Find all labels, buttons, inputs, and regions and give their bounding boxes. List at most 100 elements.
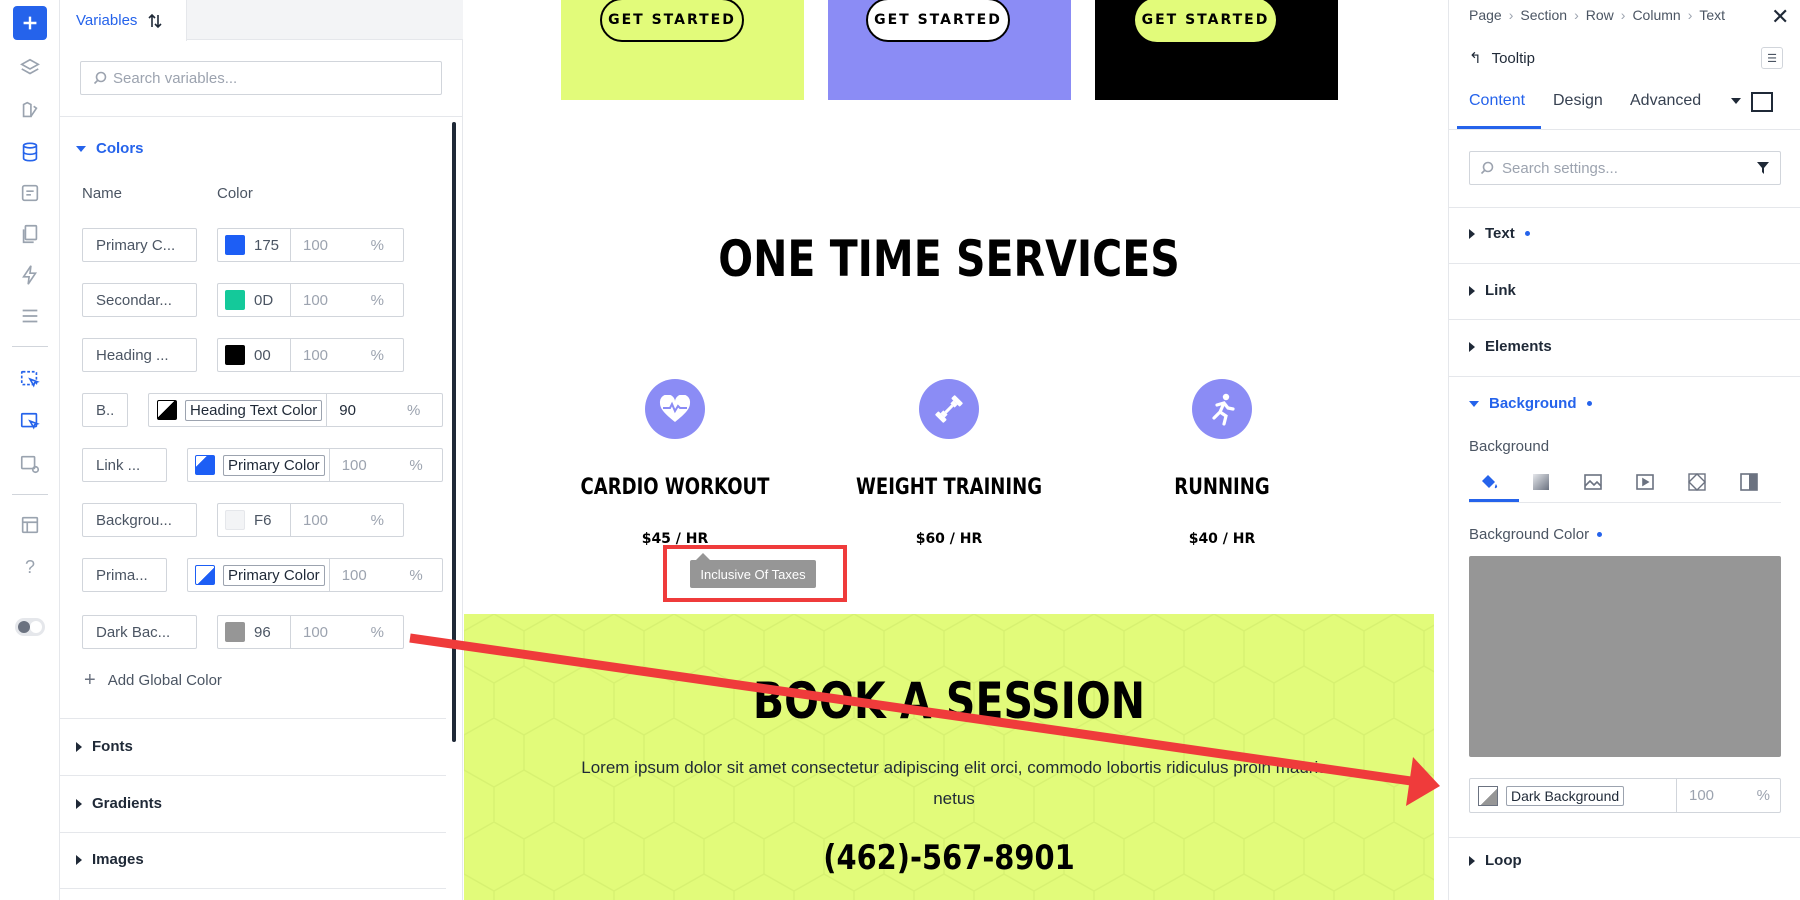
sort-icon[interactable]: [147, 13, 163, 29]
add-global-color-button[interactable]: + Add Global Color: [84, 670, 222, 690]
color-swatch[interactable]: [225, 510, 245, 530]
fonts-section-header[interactable]: Fonts: [76, 738, 133, 755]
opacity-field[interactable]: 100%: [328, 559, 433, 591]
opacity-field[interactable]: 100%: [290, 339, 394, 371]
cursor-select-icon[interactable]: [15, 365, 45, 395]
get-started-button[interactable]: GET STARTED: [600, 0, 744, 42]
color-name-field[interactable]: Prima...: [82, 558, 167, 592]
color-swatch[interactable]: [225, 622, 245, 642]
color-swatch[interactable]: [195, 565, 215, 585]
color-hex: 96: [254, 623, 271, 641]
database-icon[interactable]: [15, 137, 45, 167]
panel-scrollbar[interactable]: [452, 122, 456, 742]
search-variables-input[interactable]: Search variables...: [80, 61, 442, 95]
opacity-field[interactable]: 90%: [326, 394, 430, 426]
variable-reference-chip[interactable]: Dark Background: [1506, 785, 1625, 806]
variable-reference-chip[interactable]: Primary Color: [223, 564, 325, 586]
color-value-field[interactable]: F6 100%: [217, 503, 404, 537]
opacity-value: 100: [341, 456, 367, 474]
tab-design[interactable]: Design: [1553, 92, 1603, 110]
breadcrumb-item[interactable]: Column: [1632, 7, 1680, 23]
color-swatch[interactable]: [225, 345, 245, 365]
color-swatch[interactable]: [225, 235, 245, 255]
mask-icon[interactable]: [1729, 462, 1769, 502]
help-icon[interactable]: ?: [15, 552, 45, 582]
back-arrow-icon[interactable]: ↰: [1469, 49, 1482, 67]
pattern-icon[interactable]: [1677, 462, 1717, 502]
preview-icon[interactable]: [15, 449, 45, 479]
theme-toggle-icon[interactable]: [15, 612, 45, 642]
color-name-field[interactable]: Heading ...: [82, 338, 197, 372]
background-section-header[interactable]: Background: [1469, 395, 1592, 412]
breadcrumb-separator-icon: ›: [1508, 7, 1514, 23]
opacity-field[interactable]: 100%: [290, 229, 394, 261]
color-value-field[interactable]: 00 100%: [217, 338, 404, 372]
modified-indicator: [1586, 401, 1592, 406]
window-icon[interactable]: [15, 510, 45, 540]
brush-icon[interactable]: [15, 95, 45, 125]
color-preview[interactable]: [1469, 556, 1781, 757]
responsive-toggle-icon[interactable]: [1751, 92, 1773, 112]
variable-reference-chip[interactable]: Heading Text Color: [185, 399, 323, 421]
phone-number[interactable]: (462)-567-8901: [537, 838, 1362, 878]
opacity-field[interactable]: 100%: [328, 449, 433, 481]
color-value-field[interactable]: Primary Color 100%: [187, 558, 443, 592]
tab-variables[interactable]: Variables: [60, 0, 187, 41]
layers-icon[interactable]: [15, 53, 45, 83]
loop-section-header[interactable]: Loop: [1469, 852, 1522, 869]
opacity-field[interactable]: 100%: [290, 504, 394, 536]
color-swatch[interactable]: [195, 455, 215, 475]
elements-section-header[interactable]: Elements: [1469, 338, 1552, 355]
color-swatch[interactable]: [157, 400, 177, 420]
paint-bucket-icon[interactable]: [1469, 462, 1509, 502]
color-value-field[interactable]: 96 100%: [217, 615, 404, 649]
filter-icon[interactable]: [1756, 161, 1770, 175]
breadcrumb-item[interactable]: Page: [1469, 7, 1502, 23]
text-section-header[interactable]: Text: [1469, 225, 1530, 242]
sliders-icon[interactable]: ☰: [1761, 47, 1783, 69]
color-hex: 175: [254, 236, 280, 254]
color-swatch[interactable]: [1478, 785, 1498, 806]
color-value-field[interactable]: 0D 100%: [217, 283, 404, 317]
color-name-field[interactable]: Link ...: [82, 448, 167, 482]
background-color-field[interactable]: Dark Background 100%: [1469, 778, 1781, 813]
pages-icon[interactable]: [15, 219, 45, 249]
color-value-field[interactable]: 175 100%: [217, 228, 404, 262]
image-icon[interactable]: [1573, 462, 1613, 502]
tabs-dropdown-icon[interactable]: [1731, 98, 1741, 104]
color-swatch[interactable]: [225, 290, 245, 310]
get-started-button[interactable]: GET STARTED: [866, 0, 1010, 42]
color-name-field[interactable]: Dark Bac...: [82, 615, 197, 649]
close-icon[interactable]: ✕: [1771, 4, 1789, 30]
tab-advanced[interactable]: Advanced: [1630, 92, 1701, 110]
link-section-header[interactable]: Link: [1469, 282, 1516, 299]
form-icon[interactable]: [15, 178, 45, 208]
color-value-field[interactable]: Primary Color 100%: [187, 448, 443, 482]
variable-reference-chip[interactable]: Primary Color: [223, 454, 325, 476]
color-name-field[interactable]: Secondar...: [82, 283, 197, 317]
search-settings-input[interactable]: Search settings...: [1469, 151, 1781, 185]
color-name-field[interactable]: Primary C...: [82, 228, 197, 262]
multi-select-icon[interactable]: [15, 407, 45, 437]
color-name-field[interactable]: B..: [82, 393, 128, 427]
breadcrumb-item[interactable]: Section: [1520, 7, 1567, 23]
images-section-header[interactable]: Images: [76, 851, 144, 868]
video-icon[interactable]: [1625, 462, 1665, 502]
breadcrumb-item[interactable]: Text: [1699, 7, 1725, 23]
gradients-section-header[interactable]: Gradients: [76, 795, 162, 812]
add-icon[interactable]: [13, 6, 47, 40]
color-name-field[interactable]: Backgrou...: [82, 503, 197, 537]
link-section-title: Link: [1485, 282, 1516, 299]
lightning-icon[interactable]: [15, 260, 45, 290]
color-value-field[interactable]: Heading Text Color 90%: [148, 393, 443, 427]
tab-content[interactable]: Content: [1469, 92, 1525, 110]
list-icon[interactable]: [15, 301, 45, 331]
breadcrumb-item[interactable]: Row: [1586, 7, 1614, 23]
colors-section-header[interactable]: Colors: [76, 140, 144, 157]
opacity-value: 100: [303, 346, 329, 364]
gradient-icon[interactable]: [1521, 462, 1561, 502]
opacity-field[interactable]: 100%: [290, 284, 394, 316]
get-started-button[interactable]: GET STARTED: [1135, 0, 1276, 42]
opacity-field[interactable]: 100%: [290, 616, 394, 648]
opacity-field[interactable]: 100%: [1676, 779, 1780, 812]
